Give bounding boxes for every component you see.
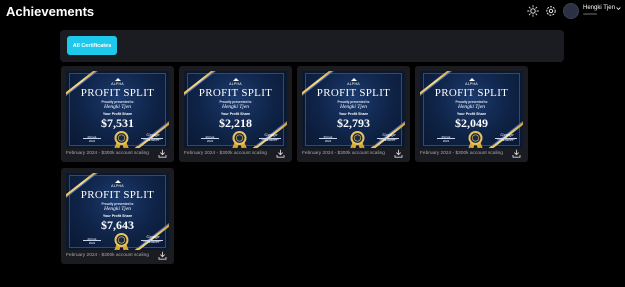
certificate-recipient: Hengki Tjen [457, 104, 486, 110]
certificate-title: PROFIT SPLIT [316, 87, 391, 99]
certificate-caption: February 2024 - $300k account scaling [66, 151, 149, 156]
certificate-logo-text: ALPHA [465, 81, 478, 86]
download-icon[interactable] [512, 149, 521, 158]
certificate-panel: ALPHA PROFIT SPLIT Proudly presented to … [420, 71, 523, 148]
certificate-signature-role: Managing Director [143, 139, 161, 141]
certificate-card[interactable]: ALPHA PROFIT SPLIT Proudly presented to … [415, 66, 528, 162]
medal-icon [114, 131, 129, 148]
certificate-recipient: Hengki Tjen [103, 104, 132, 110]
certificate-title: PROFIT SPLIT [198, 87, 273, 99]
download-icon[interactable] [158, 251, 167, 260]
certificate-amount: $2,218 [219, 116, 252, 130]
top-bar: Achievements Hengki Tjen [0, 0, 625, 24]
medal-icon [468, 131, 483, 148]
certificate-date: 06 Feb 2024 [205, 135, 215, 143]
medal-icon [232, 131, 247, 148]
certificate-caption: February 2024 - $300k account scaling [184, 151, 267, 156]
user-subtitle-placeholder [583, 13, 597, 15]
certificate-panel: ALPHA PROFIT SPLIT Proudly presented to … [184, 71, 287, 148]
sun-icon[interactable] [527, 5, 539, 17]
certificate-logo: ALPHA [306, 78, 401, 86]
certificate-date: 06 Feb 2024 [441, 135, 451, 143]
certificate-amount: $7,531 [101, 116, 134, 130]
certificate-date: 06 Feb 2024 [323, 135, 333, 143]
certificate-recipient: Hengki Tjen [103, 206, 132, 212]
certificate-title: PROFIT SPLIT [80, 87, 155, 99]
certificate-signature-role: Managing Director [261, 139, 279, 141]
certificate-recipient: Hengki Tjen [339, 104, 368, 110]
certificate-date: 06 Feb 2024 [87, 237, 97, 245]
download-icon[interactable] [394, 149, 403, 158]
gear-icon[interactable] [545, 5, 557, 17]
certificate-title: PROFIT SPLIT [434, 87, 509, 99]
download-icon[interactable] [158, 149, 167, 158]
page-title: Achievements [6, 4, 95, 19]
certificate-logo: ALPHA [70, 180, 165, 188]
certificate-date: 06 Feb 2024 [87, 135, 97, 143]
certificate-card[interactable]: ALPHA PROFIT SPLIT Proudly presented to … [297, 66, 410, 162]
medal-icon [350, 131, 365, 148]
avatar[interactable] [563, 3, 579, 19]
certificate-logo-text: ALPHA [229, 81, 242, 86]
certificate-logo-text: ALPHA [111, 183, 124, 188]
certificate-caption: February 2024 - $300k account scaling [420, 151, 503, 156]
certificate-panel: ALPHA PROFIT SPLIT Proudly presented to … [66, 71, 169, 148]
certificate-title: PROFIT SPLIT [80, 189, 155, 201]
certificate-amount: $2,793 [337, 116, 370, 130]
certificate-panel: ALPHA PROFIT SPLIT Proudly presented to … [66, 173, 169, 250]
certificate-recipient: Hengki Tjen [221, 104, 250, 110]
certificate-image[interactable]: ALPHA PROFIT SPLIT Proudly presented to … [66, 71, 169, 148]
certificate-amount: $2,049 [455, 116, 488, 130]
download-icon[interactable] [276, 149, 285, 158]
certificate-caption: February 2024 - $300k account scaling [302, 151, 385, 156]
certificate-logo: ALPHA [424, 78, 519, 86]
medal-icon [114, 233, 129, 250]
chevron-down-icon[interactable] [616, 6, 621, 11]
certificate-signature-role: Managing Director [497, 139, 515, 141]
certificate-caption: February 2024 - $300k account scaling [66, 253, 149, 258]
certificate-card[interactable]: ALPHA PROFIT SPLIT Proudly presented to … [61, 66, 174, 162]
certificate-panel: ALPHA PROFIT SPLIT Proudly presented to … [302, 71, 405, 148]
certificate-image[interactable]: ALPHA PROFIT SPLIT Proudly presented to … [302, 71, 405, 148]
certificate-card[interactable]: ALPHA PROFIT SPLIT Proudly presented to … [179, 66, 292, 162]
user-name[interactable]: Hengki Tjen [583, 5, 615, 11]
certificate-image[interactable]: ALPHA PROFIT SPLIT Proudly presented to … [184, 71, 287, 148]
certificate-logo: ALPHA [188, 78, 283, 86]
all-certificates-button[interactable]: All Certificates [67, 36, 117, 55]
certificate-logo-text: ALPHA [111, 81, 124, 86]
certificate-card[interactable]: ALPHA PROFIT SPLIT Proudly presented to … [61, 168, 174, 264]
certificate-signature-role: Managing Director [379, 139, 397, 141]
certificate-image[interactable]: ALPHA PROFIT SPLIT Proudly presented to … [420, 71, 523, 148]
certificate-logo-text: ALPHA [347, 81, 360, 86]
certificate-amount: $7,643 [101, 218, 134, 232]
filter-bar: All Certificates [60, 30, 564, 62]
certificate-signature-role: Managing Director [143, 241, 161, 243]
certificate-logo: ALPHA [70, 78, 165, 86]
certificate-image[interactable]: ALPHA PROFIT SPLIT Proudly presented to … [66, 173, 169, 250]
